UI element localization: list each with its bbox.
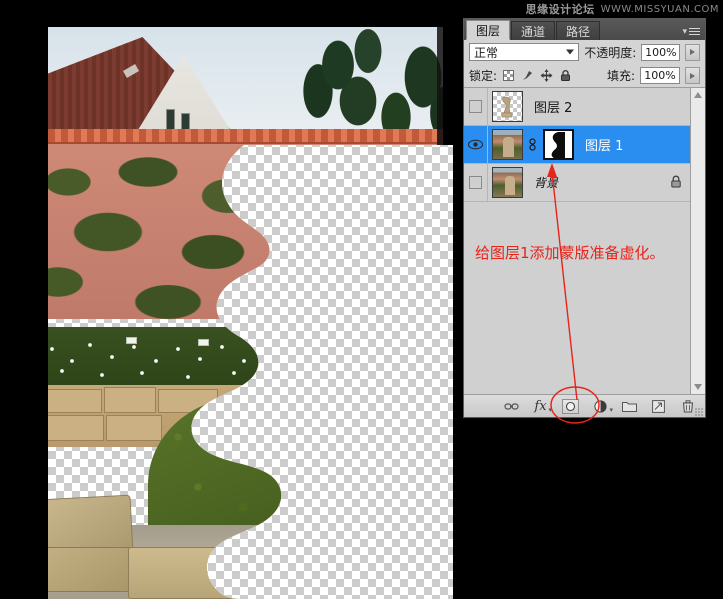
visibility-toggle-background[interactable]	[464, 163, 488, 202]
layer-name-2: 图层 2	[534, 101, 573, 116]
background-lock-icon	[670, 175, 682, 191]
scroll-down-button[interactable]	[691, 380, 705, 394]
new-layer-icon[interactable]	[651, 399, 666, 414]
layer-row-2[interactable]: 图层 2	[464, 88, 690, 126]
fill-value: 100%	[644, 69, 676, 82]
watermark-bar: 思缘设计论坛 WWW.MISSYUAN.COM	[463, 0, 723, 18]
watermark-site-name: 思缘设计论坛	[525, 3, 595, 16]
layer-name-1: 图层 1	[585, 139, 624, 154]
lock-image-pixels-icon[interactable]	[521, 69, 534, 82]
garden-label-1	[126, 337, 137, 344]
add-layer-mask-icon[interactable]	[562, 398, 579, 414]
layer-thumbnail-2[interactable]	[492, 91, 523, 122]
lock-fill-row: 锁定: 填充: 100%	[464, 64, 705, 87]
tab-layers-label: 图层	[476, 23, 501, 38]
fill-slider-button[interactable]	[685, 67, 700, 84]
layer-thumbnail-background[interactable]	[492, 167, 523, 198]
lock-icon-group	[502, 69, 572, 82]
layer-mask-thumbnail[interactable]	[543, 129, 574, 160]
chevron-down-icon	[566, 49, 575, 55]
resize-grip-icon[interactable]	[695, 408, 703, 416]
garden-label-2	[198, 339, 209, 346]
panel-tab-strip: 图层 通道 路径 ▾	[464, 19, 705, 40]
layer-row-background[interactable]: 背景	[464, 163, 690, 202]
layer-row-1[interactable]: 图层 1	[464, 125, 690, 164]
roof-tile-ledge	[48, 129, 453, 144]
opacity-value: 100%	[645, 45, 677, 59]
blend-mode-select[interactable]: 正常	[469, 43, 580, 61]
layer-rows: 图层 2 图层 1 背景	[464, 88, 690, 394]
tab-channels[interactable]: 通道	[511, 21, 556, 40]
image-canvas[interactable]	[48, 27, 453, 599]
lock-all-icon[interactable]	[559, 69, 572, 82]
opacity-input[interactable]: 100%	[641, 43, 681, 61]
layer-thumbnail-1[interactable]	[492, 129, 523, 160]
opacity-label: 不透明度:	[584, 45, 637, 60]
lock-transparency-icon[interactable]	[502, 69, 515, 82]
fill-input[interactable]: 100%	[640, 67, 680, 84]
eye-icon	[468, 139, 483, 150]
panel-menu-icon[interactable]: ▾	[682, 26, 700, 37]
annotation-text: 给图层1添加蒙版准备虚化。	[475, 244, 665, 262]
blend-mode-value: 正常	[474, 45, 499, 60]
new-group-icon[interactable]	[622, 399, 637, 414]
lock-label: 锁定:	[469, 69, 498, 83]
link-layers-icon[interactable]	[504, 399, 519, 414]
tab-paths-label: 路径	[566, 24, 591, 39]
screenshot-root: 思缘设计论坛 WWW.MISSYUAN.COM 图层 通道 路径 ▾ 正常 不透…	[0, 0, 723, 599]
fill-label: 填充:	[606, 69, 635, 83]
blend-opacity-row: 正常 不透明度: 100%	[464, 40, 705, 64]
visibility-toggle-layer-2[interactable]	[464, 88, 488, 126]
visibility-toggle-layer-1[interactable]	[464, 125, 488, 164]
layers-panel[interactable]: 图层 通道 路径 ▾ 正常 不透明度: 100% 锁定: 填充: 100% 图层…	[463, 18, 706, 418]
tab-layers[interactable]: 图层	[466, 20, 511, 40]
eye-off-icon	[469, 100, 482, 113]
layer-list[interactable]: 图层 2 图层 1 背景	[464, 87, 705, 394]
layer-style-fx-icon[interactable]: fx ▾	[533, 399, 552, 414]
eye-off-icon-background	[469, 176, 482, 189]
adjustment-layer-icon[interactable]: ▾	[593, 399, 613, 414]
lock-position-icon[interactable]	[540, 69, 553, 82]
opacity-slider-button[interactable]	[685, 43, 700, 61]
layers-panel-toolbar: fx ▾ ▾	[464, 394, 705, 417]
scroll-up-button[interactable]	[691, 88, 705, 102]
layer-list-empty-space	[464, 202, 690, 394]
layer-list-scrollbar[interactable]	[690, 88, 705, 394]
tab-paths[interactable]: 路径	[556, 21, 601, 40]
layer-mask-link-icon[interactable]	[527, 138, 538, 151]
watermark-site-url: WWW.MISSYUAN.COM	[600, 3, 719, 15]
delete-layer-icon[interactable]	[680, 399, 695, 414]
layer-name-background: 背景	[534, 176, 559, 190]
tab-channels-label: 通道	[521, 24, 546, 39]
